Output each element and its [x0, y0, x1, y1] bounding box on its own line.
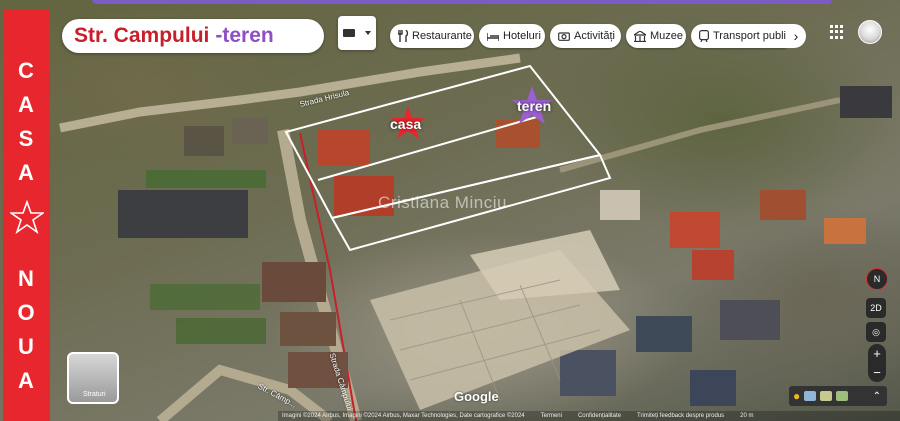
roof	[184, 126, 224, 156]
map-layers-strip[interactable]: ● ⌃	[789, 386, 887, 406]
map-type-button[interactable]	[338, 16, 376, 50]
casa-noua-banner: C A S A N O U A	[3, 10, 50, 421]
title-accent: -teren	[215, 24, 274, 47]
expand-icon[interactable]: ⌃	[873, 391, 881, 402]
roof	[496, 120, 540, 148]
casa-label: casa	[390, 116, 422, 132]
chip-activitati[interactable]: Activități	[550, 24, 621, 48]
roof	[760, 190, 806, 220]
roof	[560, 350, 616, 396]
tilt-label: 2D	[870, 303, 882, 313]
banner-letter: U	[18, 334, 35, 359]
banner-letter: N	[18, 266, 35, 291]
chip-restaurante[interactable]: Restaurante	[390, 24, 474, 48]
attribution-text: Imagini ©2024 Airbus, Imagini ©2024 Airb…	[282, 413, 525, 419]
zoom-controls: + −	[868, 344, 886, 382]
privacy-link[interactable]: Confidențialitate	[578, 413, 621, 419]
layer-swatch[interactable]	[804, 391, 817, 401]
chip-transport[interactable]: Transport publi	[691, 24, 786, 48]
layers-thumbnail[interactable]: Straturi	[67, 352, 119, 404]
banner-letter: A	[18, 160, 35, 185]
utensils-icon	[398, 30, 408, 42]
watermark: Cristiana Minciu	[378, 193, 507, 212]
layers-thumbnail-label: Straturi	[83, 391, 106, 398]
teren-label: teren	[517, 98, 552, 114]
lawn	[176, 318, 266, 344]
chevron-down-icon	[365, 31, 371, 35]
avatar[interactable]	[858, 20, 882, 44]
roof	[690, 370, 736, 406]
chip-label: Muzee	[650, 30, 684, 42]
layer-swatch[interactable]	[836, 391, 849, 401]
pegman-icon[interactable]: ●	[793, 389, 800, 403]
banner-letter: A	[18, 368, 35, 393]
apps-grid-icon[interactable]	[830, 25, 844, 39]
roof	[670, 212, 720, 248]
chip-muzee[interactable]: Muzee	[626, 24, 686, 48]
compass-button[interactable]: N	[866, 268, 888, 290]
roof	[262, 262, 326, 302]
title-street: Str. Campului	[74, 24, 210, 47]
roof	[636, 316, 692, 352]
transit-icon	[699, 30, 709, 42]
roof	[824, 218, 866, 244]
roof-casa	[318, 130, 370, 166]
roof	[692, 250, 734, 280]
banner-letter: A	[18, 92, 35, 117]
compass-icon: N	[873, 274, 881, 284]
location-button[interactable]: ◎	[866, 322, 886, 342]
roof	[280, 312, 336, 346]
zoom-out-button[interactable]: −	[873, 365, 881, 380]
banner-letter: O	[17, 300, 36, 325]
window-top-strip	[92, 0, 832, 4]
roof	[720, 300, 780, 340]
chip-label: Transport publi	[713, 30, 786, 42]
layers-icon	[343, 29, 355, 37]
banner-letter: C	[18, 58, 35, 83]
lawn	[150, 284, 260, 310]
tilt-button[interactable]: 2D	[866, 298, 886, 318]
roof	[600, 190, 640, 220]
chip-hoteluri[interactable]: Hoteluri	[479, 24, 545, 48]
museum-icon	[634, 30, 646, 42]
chevron-right-icon: ›	[793, 28, 799, 44]
road-top	[59, 53, 521, 133]
bed-icon	[487, 33, 499, 41]
banner-letter: S	[18, 126, 35, 151]
google-logo: Google	[454, 389, 499, 404]
roof	[232, 118, 268, 144]
feedback-link[interactable]: Trimiteți feedback despre produs	[637, 413, 724, 419]
title-pill: Str. Campului -teren	[62, 19, 324, 53]
chip-label: Hoteluri	[503, 30, 541, 42]
lawn	[146, 170, 266, 188]
roof	[840, 86, 892, 118]
camera-icon	[558, 32, 570, 41]
scale-label: 20 m	[740, 413, 754, 419]
layer-swatch[interactable]	[820, 391, 833, 401]
my-location-icon: ◎	[872, 326, 880, 337]
roof	[118, 190, 248, 238]
terms-link[interactable]: Termeni	[541, 413, 562, 419]
attribution-bar: Imagini ©2024 Airbus, Imagini ©2024 Airb…	[278, 411, 900, 421]
zoom-in-button[interactable]: +	[873, 346, 881, 361]
star-outline-icon	[9, 200, 44, 234]
chip-label: Restaurante	[412, 30, 472, 42]
chip-label: Activități	[574, 30, 615, 42]
